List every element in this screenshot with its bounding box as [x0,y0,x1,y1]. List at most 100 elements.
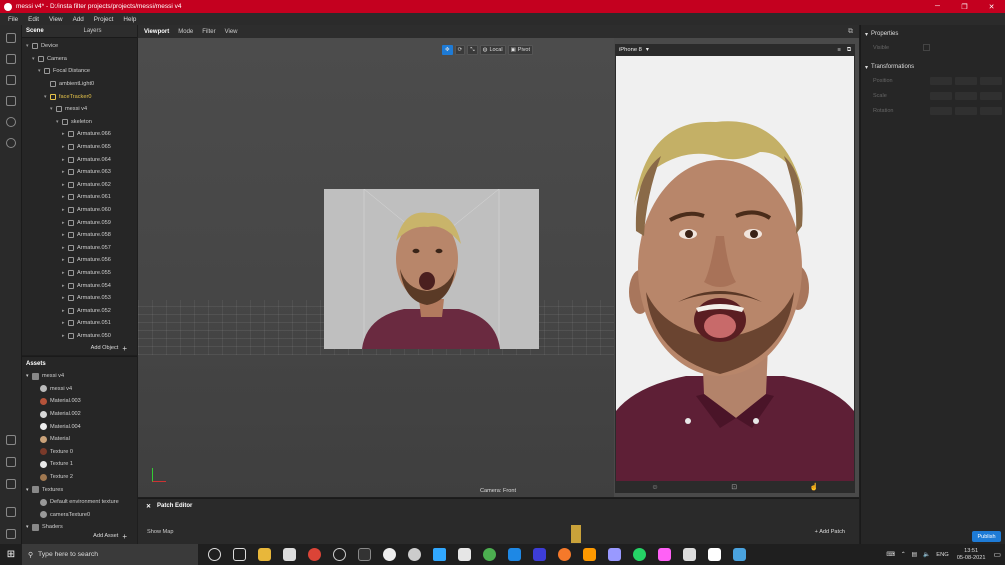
asset-item[interactable]: Material.002 [22,408,137,421]
rotate-tool-button[interactable]: ⟳ [454,45,466,55]
app-icon[interactable] [333,548,346,561]
blender-icon[interactable] [558,548,571,561]
scene-tree-item[interactable]: ▸ Armature.055 [22,267,137,280]
pivot-button[interactable]: ▣ Pivot [507,45,534,55]
menu-project[interactable]: Project [94,16,114,23]
close-icon[interactable]: ✕ [146,503,151,510]
scene-tree-item[interactable]: ▸ Armature.058 [22,229,137,242]
upload-tool-icon[interactable] [6,479,16,489]
popout-icon[interactable]: ⧉ [848,28,853,36]
task-view-icon[interactable] [233,548,246,561]
store-icon[interactable] [283,548,296,561]
scene-tree-item[interactable]: ▾ faceTracker0 [22,90,137,103]
close-icon[interactable]: ✕ [978,3,1005,11]
scene-tree-item[interactable]: ▸ Armature.061 [22,191,137,204]
maximize-icon[interactable]: ❐ [951,3,978,11]
pause-tool-icon[interactable] [6,75,16,85]
language-indicator[interactable]: ENG [936,552,949,558]
scene-tree-item[interactable]: ▾ Camera [22,53,137,66]
asset-item[interactable]: Material.004 [22,420,137,433]
publish-button[interactable]: Publish [972,531,1001,542]
transformations-section[interactable]: ▾ Transformations [861,61,1005,73]
add-object-button[interactable]: Add Object + [22,343,137,353]
asset-item[interactable]: messi v4 [22,383,137,396]
app-icon[interactable] [408,548,421,561]
scene-tree-item[interactable]: ▸ Armature.054 [22,279,137,292]
face-preview-icon[interactable]: ☺ [651,484,658,491]
taskbar-search[interactable]: ⚲ Type here to search [22,544,198,565]
chrome-icon[interactable] [308,548,321,561]
scene-tree-item[interactable]: ▸ Armature.056 [22,254,137,267]
chevron-down-icon[interactable]: ▾ [646,47,649,53]
import-tool-icon[interactable] [6,435,16,445]
scene-tree-item[interactable]: ▾ Focal Distance [22,65,137,78]
tab-scene[interactable]: Scene [22,28,80,34]
device-select[interactable]: iPhone 8 [619,47,642,53]
patch-node[interactable] [571,525,581,543]
export-tool-icon[interactable] [6,457,16,467]
scene-tree-item[interactable]: ▾ skeleton [22,116,137,129]
scene-tree-item[interactable]: ▸ Armature.064 [22,153,137,166]
volume-icon[interactable]: 🔈 [923,552,930,558]
photoshop-icon[interactable] [433,548,446,561]
scene-tree-item[interactable]: ▸ Armature.066 [22,128,137,141]
touch-icon[interactable]: ☝ [810,483,819,491]
settings-tool-icon[interactable] [6,507,16,517]
app-icon[interactable] [383,548,396,561]
cortana-icon[interactable] [208,548,221,561]
app-icon[interactable] [358,548,371,561]
network-icon[interactable]: ▤ [912,552,917,558]
scale-tool-button[interactable]: ⤡ [467,45,478,55]
menu-add[interactable]: Add [73,16,84,23]
show-map-button[interactable]: Show Map [147,529,173,535]
menu-icon[interactable]: ≡ [837,47,840,53]
scene-tree-item[interactable]: ▾ messi v4 [22,103,137,116]
scene-tree-item[interactable]: ▸ Armature.065 [22,141,137,154]
refresh-tool-icon[interactable] [6,117,16,127]
asset-item[interactable]: ▾ messi v4 [22,370,137,383]
preview-screen[interactable] [616,56,854,481]
move-tool-button[interactable]: ✥ [442,45,453,55]
scene-canvas[interactable] [324,189,539,349]
popout-icon[interactable]: ⧉ [847,47,851,54]
asset-item[interactable]: Texture 0 [22,446,137,459]
spark-ar-taskbar-icon[interactable] [708,548,721,561]
tab-layers[interactable]: Layers [80,28,106,34]
viewport-stage[interactable]: Camera: Front [138,38,614,497]
scene-tree-item[interactable]: ▸ Armature.051 [22,317,137,330]
scene-tree-item[interactable]: ambientLight0 [22,78,137,91]
windows-start-icon[interactable]: ⊞ [0,549,22,560]
clock[interactable]: 13:51 05-08-2021 [957,548,986,562]
add-patch-button[interactable]: + Add Patch [815,529,845,535]
after-effects-icon[interactable] [608,548,621,561]
properties-section[interactable]: ▾ Properties [861,28,1005,40]
xd-icon[interactable] [658,548,671,561]
scene-tool-icon[interactable] [6,33,16,43]
chrome-icon[interactable] [483,548,496,561]
menu-view[interactable]: View [49,16,63,23]
whatsapp-icon[interactable] [633,548,646,561]
file-explorer-icon[interactable] [258,548,271,561]
scene-tree-item[interactable]: ▸ Armature.057 [22,242,137,255]
rotation-fields[interactable] [930,106,1002,115]
scene-tree-item[interactable]: ▸ Armature.052 [22,304,137,317]
asset-item[interactable]: ▾ Textures [22,483,137,496]
app-icon[interactable] [458,548,471,561]
search-tool-icon[interactable] [6,138,16,148]
menu-file[interactable]: File [8,16,18,23]
scene-tree-item[interactable]: ▸ Armature.062 [22,179,137,192]
chevron-up-icon[interactable]: ⌃ [901,552,906,558]
minimize-icon[interactable]: ─ [924,3,951,11]
tab-viewport[interactable]: Viewport [144,29,169,35]
vscode-icon[interactable] [508,548,521,561]
scene-tree-item[interactable]: ▸ Armature.059 [22,216,137,229]
asset-item[interactable]: Material [22,433,137,446]
asset-item[interactable]: cameraTexture0 [22,509,137,522]
tab-mode[interactable]: Mode [178,29,193,35]
local-space-button[interactable]: ◍ Local [479,45,506,55]
add-asset-button[interactable]: Add Asset + [22,531,137,541]
tab-view[interactable]: View [225,29,238,35]
feedback-tool-icon[interactable] [6,529,16,539]
scene-tree-item[interactable]: ▾ Device [22,40,137,53]
notifications-icon[interactable]: ▭ [993,550,1001,559]
